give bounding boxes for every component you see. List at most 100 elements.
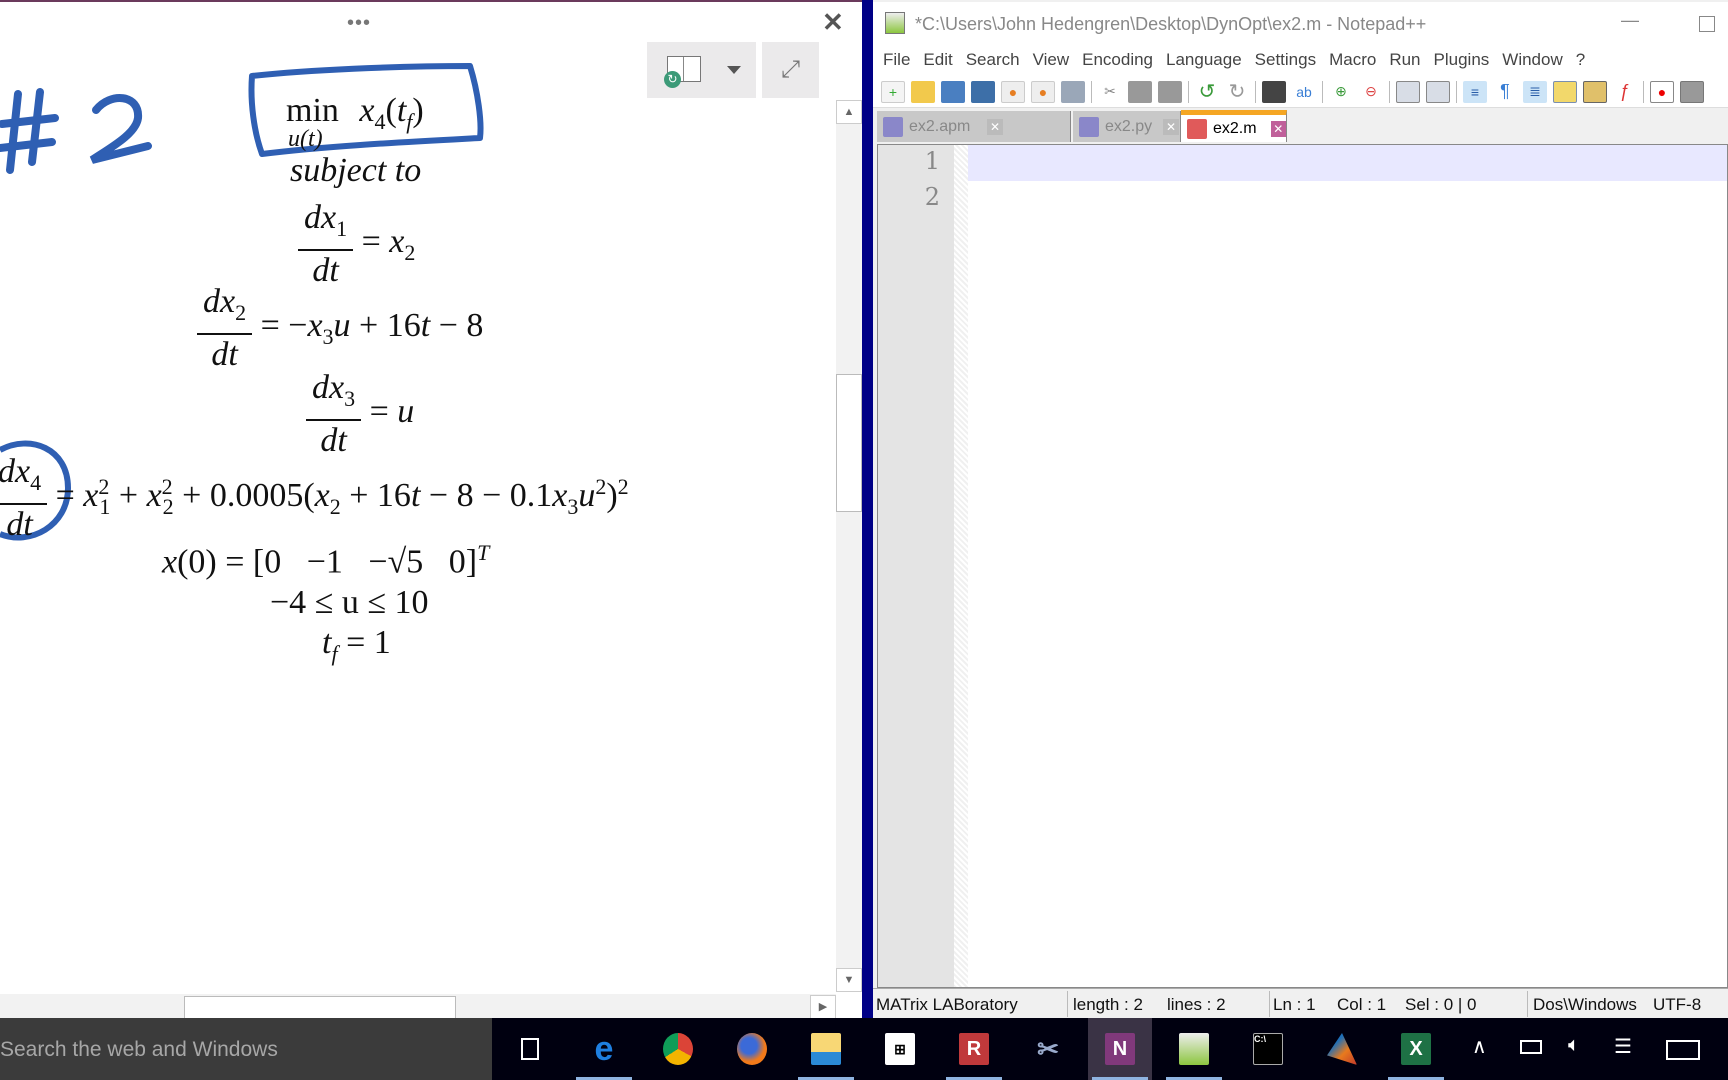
menu-view[interactable]: View [1033, 50, 1070, 70]
show-hidden-icons-chevron-icon[interactable]: ∧ [1472, 1034, 1487, 1059]
code-line[interactable] [972, 145, 1727, 181]
tab-close-icon[interactable]: ✕ [987, 118, 1003, 135]
menu-help[interactable]: ? [1576, 50, 1585, 70]
taskbar-store[interactable]: ⊞ [868, 1018, 932, 1080]
chevron-down-icon [727, 66, 741, 74]
open-file-icon[interactable] [911, 80, 935, 103]
save-all-icon[interactable] [971, 80, 995, 103]
show-all-chars-icon[interactable]: ¶ [1493, 81, 1517, 103]
toolbar-separator [1091, 80, 1092, 103]
taskbar-edge[interactable]: e [572, 1018, 636, 1080]
menu-search[interactable]: Search [966, 50, 1020, 70]
horizontal-scrollbar[interactable]: ▶ [0, 994, 836, 1018]
menu-file[interactable]: File [883, 50, 910, 70]
stop-macro-icon[interactable] [1680, 80, 1704, 103]
code-line[interactable] [972, 181, 1727, 217]
tab-ex2-m[interactable]: ex2.m ✕ [1181, 110, 1287, 142]
touch-keyboard-icon[interactable] [1666, 1040, 1700, 1060]
sync-icon: ↻ [664, 71, 681, 88]
replace-icon[interactable]: ab [1292, 81, 1316, 103]
menu-plugins[interactable]: Plugins [1434, 50, 1490, 70]
taskbar-chrome[interactable] [646, 1018, 710, 1080]
close-button[interactable]: ✕ [822, 7, 844, 38]
close-icon[interactable]: ● [1001, 80, 1025, 103]
find-icon[interactable] [1262, 80, 1286, 103]
vertical-scrollbar[interactable]: ▲ ▼ [836, 100, 862, 992]
menu-window[interactable]: Window [1502, 50, 1562, 70]
taskbar-excel[interactable]: X [1384, 1018, 1448, 1080]
taskbar-search[interactable]: Search the web and Windows [0, 1018, 492, 1080]
zoom-in-icon[interactable]: ⊕ [1329, 81, 1353, 103]
menu-language[interactable]: Language [1166, 50, 1242, 70]
zoom-out-icon[interactable]: ⊖ [1359, 81, 1383, 103]
expand-button[interactable]: ⤢ [762, 42, 819, 98]
task-view-button[interactable] [498, 1018, 562, 1080]
sync-horizontal-icon[interactable] [1426, 80, 1450, 103]
menu-macro[interactable]: Macro [1329, 50, 1376, 70]
firefox-icon [737, 1033, 767, 1065]
scroll-right-button[interactable]: ▶ [810, 995, 836, 1018]
maximize-button[interactable] [1699, 16, 1715, 32]
word-wrap-icon[interactable]: ≡ [1463, 80, 1487, 103]
function-list-icon[interactable] [1583, 80, 1607, 103]
onenote-pane: ••• ✕ ↻ ⤢ min u(t) x4(tf) subject to dx1… [0, 0, 862, 1018]
print-icon[interactable] [1061, 80, 1085, 103]
window-divider[interactable] [862, 0, 873, 1018]
toolbar-separator [1255, 80, 1256, 103]
menu-settings[interactable]: Settings [1255, 50, 1316, 70]
code-text-area[interactable] [972, 145, 1727, 987]
tab-bar: ex2.apm ✕ ex2.py ✕ ex2.m ✕ [873, 108, 1728, 142]
editor[interactable]: 1 2 [877, 144, 1728, 988]
action-center-icon[interactable]: ☰ [1614, 1034, 1632, 1059]
notebook-switcher-button[interactable]: ↻ [647, 42, 756, 98]
save-icon[interactable] [941, 80, 965, 103]
taskbar-snipping-tool[interactable]: ✂ [1016, 1018, 1080, 1080]
tab-label: ex2.m [1213, 119, 1257, 137]
sync-vertical-icon[interactable] [1396, 80, 1420, 103]
taskbar-file-explorer[interactable] [794, 1018, 858, 1080]
paste-icon[interactable] [1158, 80, 1182, 103]
taskbar-matlab[interactable] [1310, 1018, 1374, 1080]
indent-guide-icon[interactable]: ≣ [1523, 80, 1547, 103]
folder-as-workspace-icon[interactable]: ƒ [1613, 81, 1637, 103]
cut-icon[interactable]: ✂ [1098, 81, 1122, 103]
document-map-icon[interactable] [1553, 80, 1577, 103]
record-macro-icon[interactable]: ● [1650, 80, 1674, 103]
store-icon: ⊞ [885, 1033, 915, 1065]
undo-icon[interactable]: ↺ [1195, 81, 1219, 103]
scroll-up-button[interactable]: ▲ [836, 100, 862, 124]
task-view-icon [521, 1038, 539, 1060]
menu-encoding[interactable]: Encoding [1082, 50, 1153, 70]
status-eol: Dos\Windows [1533, 995, 1637, 1014]
menu-run[interactable]: Run [1389, 50, 1420, 70]
status-language: MATrix LABoratory [876, 995, 1018, 1014]
vertical-scroll-thumb[interactable] [836, 374, 862, 512]
horizontal-scroll-thumb[interactable] [184, 996, 456, 1018]
folder-icon [811, 1033, 841, 1065]
scroll-down-button[interactable]: ▼ [836, 968, 862, 992]
tab-close-icon[interactable]: ✕ [1270, 120, 1286, 137]
search-placeholder: Search the web and Windows [0, 1038, 278, 1061]
close-all-icon[interactable]: ● [1031, 80, 1055, 103]
tab-ex2-py[interactable]: ex2.py ✕ [1073, 111, 1181, 142]
taskbar-command-prompt[interactable]: C:\ [1236, 1018, 1300, 1080]
taskbar-onenote[interactable]: N [1088, 1018, 1152, 1080]
new-file-icon[interactable]: + [881, 80, 905, 103]
tab-label: ex2.py [1105, 117, 1153, 135]
objective-under: u(t) [288, 126, 323, 152]
more-options-button[interactable]: ••• [347, 12, 371, 35]
taskbar-firefox[interactable] [720, 1018, 784, 1080]
menu-edit[interactable]: Edit [923, 50, 952, 70]
tab-ex2-apm[interactable]: ex2.apm ✕ [877, 111, 1071, 142]
redo-icon[interactable]: ↻ [1225, 81, 1249, 103]
toolbar: + ● ● ✂ ↺ ↻ ab ⊕ ⊖ ≡ ¶ ≣ ƒ ● [873, 76, 1728, 108]
tab-close-icon[interactable]: ✕ [1163, 118, 1179, 135]
taskbar-notepadpp[interactable] [1162, 1018, 1226, 1080]
fold-margin[interactable] [954, 145, 968, 987]
minimize-button[interactable]: — [1621, 10, 1639, 31]
taskbar-r[interactable]: R [942, 1018, 1006, 1080]
copy-icon[interactable] [1128, 80, 1152, 103]
volume-icon[interactable]: 🔈︎ [1568, 1034, 1580, 1057]
menu-bar: File Edit Search View Encoding Language … [873, 44, 1728, 76]
battery-icon[interactable] [1520, 1040, 1542, 1054]
